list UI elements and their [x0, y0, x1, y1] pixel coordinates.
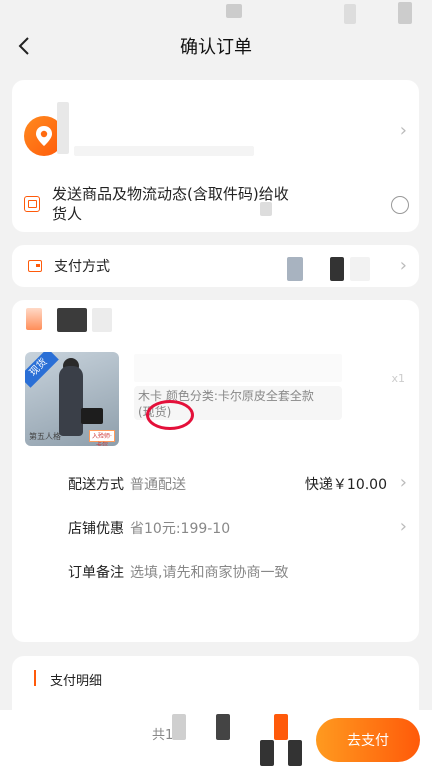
page-title: 确认订单 — [180, 37, 252, 58]
address-card: › 发送商品及物流动态(含取件码)给收货人 — [12, 80, 419, 232]
back-button[interactable] — [12, 32, 36, 60]
product-title-blur — [134, 354, 342, 382]
pay-button[interactable]: 去支付 — [316, 718, 420, 762]
notify-radio[interactable] — [391, 196, 409, 214]
shipping-label: 配送方式 — [68, 477, 124, 493]
wallet-icon — [28, 260, 42, 272]
product-image[interactable]: 现货 第五人格 入殓师·卡尔 — [25, 352, 119, 446]
back-arrow-icon — [18, 37, 29, 55]
payment-blur — [350, 257, 370, 281]
note-row[interactable]: 订单备注 选填,请先和商家协商一致 — [12, 562, 419, 582]
shipping-price: 快递￥10.00 — [304, 477, 387, 493]
shipping-chevron-icon: › — [399, 472, 407, 493]
total-blur — [260, 740, 274, 766]
stock-tag: 现货 — [25, 352, 59, 388]
payment-blur — [330, 257, 344, 281]
total-blur — [216, 714, 230, 740]
note-label: 订单备注 — [68, 565, 124, 581]
nav-bar: 确认订单 — [0, 28, 432, 64]
address-blur — [74, 146, 254, 156]
accent-bar — [34, 670, 36, 686]
red-circle-annotation — [146, 400, 194, 430]
coupon-value: 省10元:199-10 — [130, 521, 231, 537]
figure-case — [81, 408, 103, 424]
summary-title: 支付明细 — [50, 674, 103, 689]
notify-row[interactable]: 发送商品及物流动态(含取件码)给收货人 — [12, 180, 419, 228]
total-blur — [274, 714, 288, 740]
shipping-value: 普通配送 — [130, 477, 186, 493]
payment-chevron-icon[interactable]: › — [400, 255, 407, 276]
payment-card[interactable]: 支付方式 › — [12, 245, 419, 287]
address-chevron-icon[interactable]: › — [400, 120, 407, 141]
coupon-label: 店铺优惠 — [68, 521, 124, 537]
order-card: 现货 第五人格 入殓师·卡尔 x1 木卡 颜色分类:卡尔原皮全套全款 (现货) … — [12, 300, 419, 642]
total-prefix: 共1 — [152, 728, 174, 743]
total-blur — [172, 714, 186, 740]
coupon-row[interactable]: 店铺优惠 省10元:199-10 › — [12, 516, 419, 538]
package-icon — [24, 196, 40, 212]
status-blur — [398, 2, 412, 24]
note-input[interactable]: 选填,请先和商家协商一致 — [130, 562, 288, 582]
shipping-row[interactable]: 配送方式 普通配送 快递￥10.00 › — [12, 472, 419, 494]
image-caption: 第五人格 — [29, 432, 61, 441]
bottom-bar: 共1 去支付 — [0, 710, 432, 768]
figure-body — [59, 366, 83, 436]
status-bar — [0, 0, 432, 28]
shop-name-blur — [57, 308, 87, 332]
shop-name-blur — [92, 308, 112, 332]
payment-label: 支付方式 — [54, 259, 110, 275]
notify-blur — [260, 202, 272, 216]
address-blur — [57, 102, 69, 154]
payment-blur — [287, 257, 303, 281]
image-tag: 入殓师·卡尔 — [89, 430, 115, 446]
status-blur — [226, 4, 242, 18]
total-blur — [288, 740, 302, 766]
shop-logo-blur — [26, 308, 42, 330]
quantity: x1 — [391, 372, 405, 385]
coupon-chevron-icon: › — [399, 516, 407, 537]
status-blur — [344, 4, 356, 24]
